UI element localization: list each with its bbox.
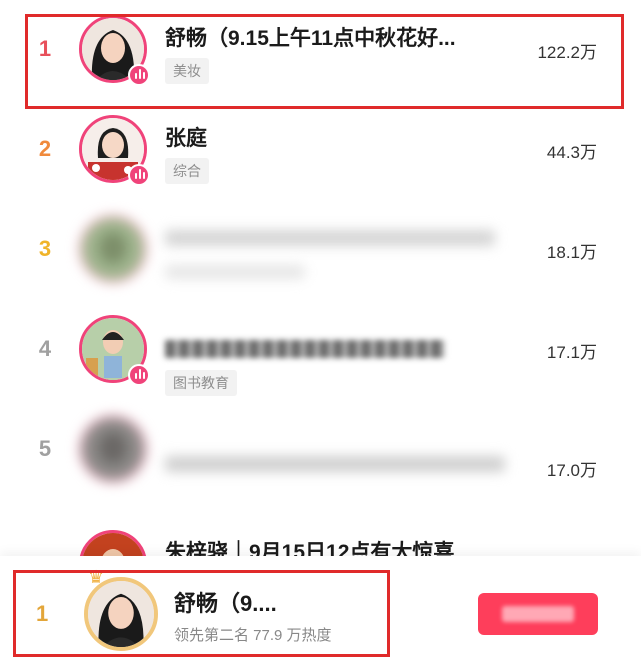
ranking-row-3[interactable]: 3 18.1万 (0, 200, 641, 300)
streamer-name: 张庭 (165, 127, 207, 150)
ranking-list: 1 舒畅（9.15上午11点中秋花好... 美妆 122.2万 2 张庭 综合 … (0, 0, 641, 556)
heat-count: 44.3万 (546, 143, 597, 162)
heat-count: 122.2万 (537, 43, 597, 62)
footer-name: 舒畅（9.... (174, 591, 277, 616)
avatar[interactable] (79, 215, 147, 283)
rank-number: 2 (38, 136, 52, 161)
category-tag: 图书教育 (165, 370, 237, 396)
ranking-row-1[interactable]: 1 舒畅（9.15上午11点中秋花好... 美妆 122.2万 (0, 0, 641, 100)
footer-lead-text: 领先第二名 77.9 万热度 (174, 627, 332, 644)
rank-number: 1 (38, 36, 52, 61)
footer-rank: 1 (36, 601, 49, 626)
category-tag: 综合 (165, 158, 209, 184)
action-button[interactable] (478, 593, 598, 635)
live-indicator-icon (128, 64, 150, 86)
redacted-tag (165, 265, 305, 279)
rank-number: 5 (38, 436, 52, 461)
redacted-name (165, 230, 495, 246)
ranking-row-6[interactable]: 朱梓骁｜9月15日12点有大惊喜 (0, 522, 641, 556)
rank-number: 3 (38, 236, 52, 261)
heat-count: 18.1万 (546, 243, 597, 262)
live-indicator-icon (128, 164, 150, 186)
avatar[interactable] (79, 415, 147, 483)
my-rank-bar: 1 ♛ 舒畅（9.... 领先第二名 77.9 万热度 (0, 556, 641, 661)
live-indicator-icon (128, 364, 150, 386)
ranking-row-4[interactable]: 4 图书教育 17.1万 (0, 300, 641, 400)
rank-number: 4 (38, 336, 52, 361)
streamer-name: 舒畅（9.15上午11点中秋花好... (165, 27, 456, 50)
redacted-name (165, 456, 505, 472)
ranking-row-5[interactable]: 5 17.0万 (0, 400, 641, 500)
avatar[interactable] (79, 530, 147, 556)
redacted-name (165, 340, 445, 358)
heat-count: 17.0万 (546, 461, 597, 480)
streamer-name: 朱梓骁｜9月15日12点有大惊喜 (165, 541, 455, 556)
ranking-row-2[interactable]: 2 张庭 综合 44.3万 (0, 100, 641, 200)
footer-avatar[interactable] (84, 577, 158, 651)
category-tag: 美妆 (165, 58, 209, 84)
heat-count: 17.1万 (546, 343, 597, 362)
